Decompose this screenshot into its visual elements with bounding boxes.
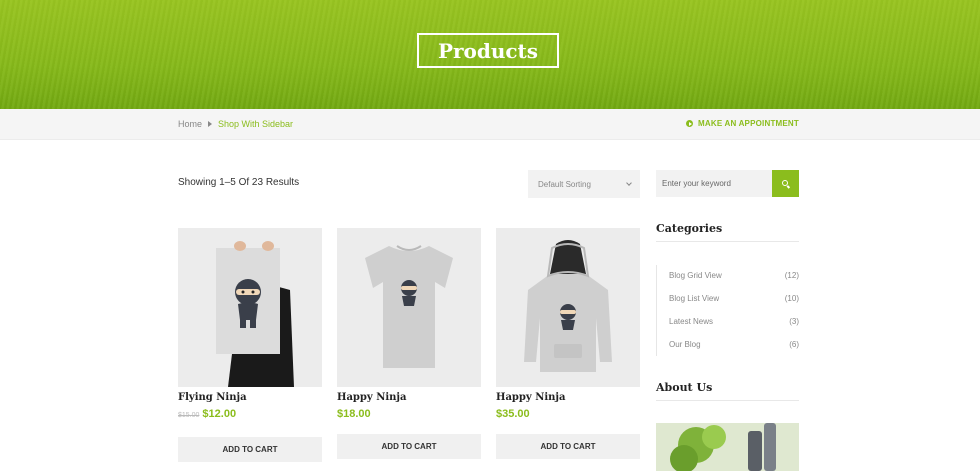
divider — [656, 400, 799, 401]
search-icon — [782, 180, 788, 186]
category-item[interactable]: Blog Grid View (12) — [669, 271, 799, 280]
breadcrumb-home-link[interactable]: Home — [178, 119, 202, 129]
category-label: Latest News — [669, 317, 714, 326]
breadcrumb-bar: Home Shop With Sidebar MAKE AN APPOINTME… — [0, 109, 980, 140]
make-appointment-link[interactable]: MAKE AN APPOINTMENT — [686, 119, 799, 128]
category-item[interactable]: Latest News (3) — [669, 317, 799, 326]
category-label: Blog Grid View — [669, 271, 722, 280]
page-title: Products — [417, 33, 559, 68]
category-item[interactable]: Our Blog (6) — [669, 340, 799, 349]
product-price: $18.00 — [337, 408, 371, 420]
category-item[interactable]: Blog List View (10) — [669, 294, 799, 303]
search-button[interactable] — [772, 170, 799, 197]
sort-selected-value: Default Sorting — [538, 179, 591, 189]
product-price: $35.00 — [496, 408, 530, 420]
chevron-down-icon — [626, 180, 632, 186]
categories-list: Blog Grid View (12) Blog List View (10) … — [656, 265, 799, 356]
product-price: $12.00 — [202, 408, 237, 420]
price-row: $15.00 $12.00 — [178, 408, 236, 420]
play-circle-icon — [686, 120, 694, 127]
product-image-flying-ninja[interactable] — [178, 228, 322, 387]
product-name[interactable]: Happy Ninja — [337, 392, 407, 403]
sort-select[interactable]: Default Sorting — [528, 170, 640, 198]
add-to-cart-button[interactable]: ADD TO CART — [496, 434, 640, 459]
product-image-happy-ninja-tshirt[interactable] — [337, 228, 481, 387]
product-card: Flying Ninja $15.00 $12.00 ADD TO CART — [178, 228, 322, 462]
about-title: About Us — [656, 381, 713, 394]
results-count: Showing 1–5 Of 23 Results — [178, 177, 300, 188]
category-label: Our Blog — [669, 340, 701, 349]
category-count: (12) — [784, 271, 799, 280]
product-name[interactable]: Happy Ninja — [496, 392, 566, 403]
category-count: (10) — [784, 294, 799, 303]
breadcrumb-current: Shop With Sidebar — [218, 119, 294, 129]
category-count: (6) — [789, 340, 799, 349]
breadcrumb: Home Shop With Sidebar — [178, 119, 293, 129]
sidebar-search — [656, 170, 799, 197]
about-image — [656, 423, 799, 471]
product-image-happy-ninja-hoodie[interactable] — [496, 228, 640, 387]
chevron-right-icon — [208, 121, 213, 127]
search-input[interactable] — [656, 170, 772, 197]
add-to-cart-button[interactable]: ADD TO CART — [178, 437, 322, 462]
product-old-price: $15.00 — [178, 412, 200, 419]
page-hero: Products — [0, 0, 980, 109]
category-count: (3) — [789, 317, 799, 326]
product-card: Happy Ninja $35.00 ADD TO CART — [496, 228, 640, 459]
add-to-cart-button[interactable]: ADD TO CART — [337, 434, 481, 459]
divider — [656, 241, 799, 242]
price-row: $35.00 — [496, 408, 530, 420]
product-card: Happy Ninja $18.00 ADD TO CART — [337, 228, 481, 459]
category-label: Blog List View — [669, 294, 720, 303]
price-row: $18.00 — [337, 408, 371, 420]
categories-title: Categories — [656, 222, 723, 235]
product-name[interactable]: Flying Ninja — [178, 392, 247, 403]
make-appointment-label: MAKE AN APPOINTMENT — [698, 119, 799, 128]
